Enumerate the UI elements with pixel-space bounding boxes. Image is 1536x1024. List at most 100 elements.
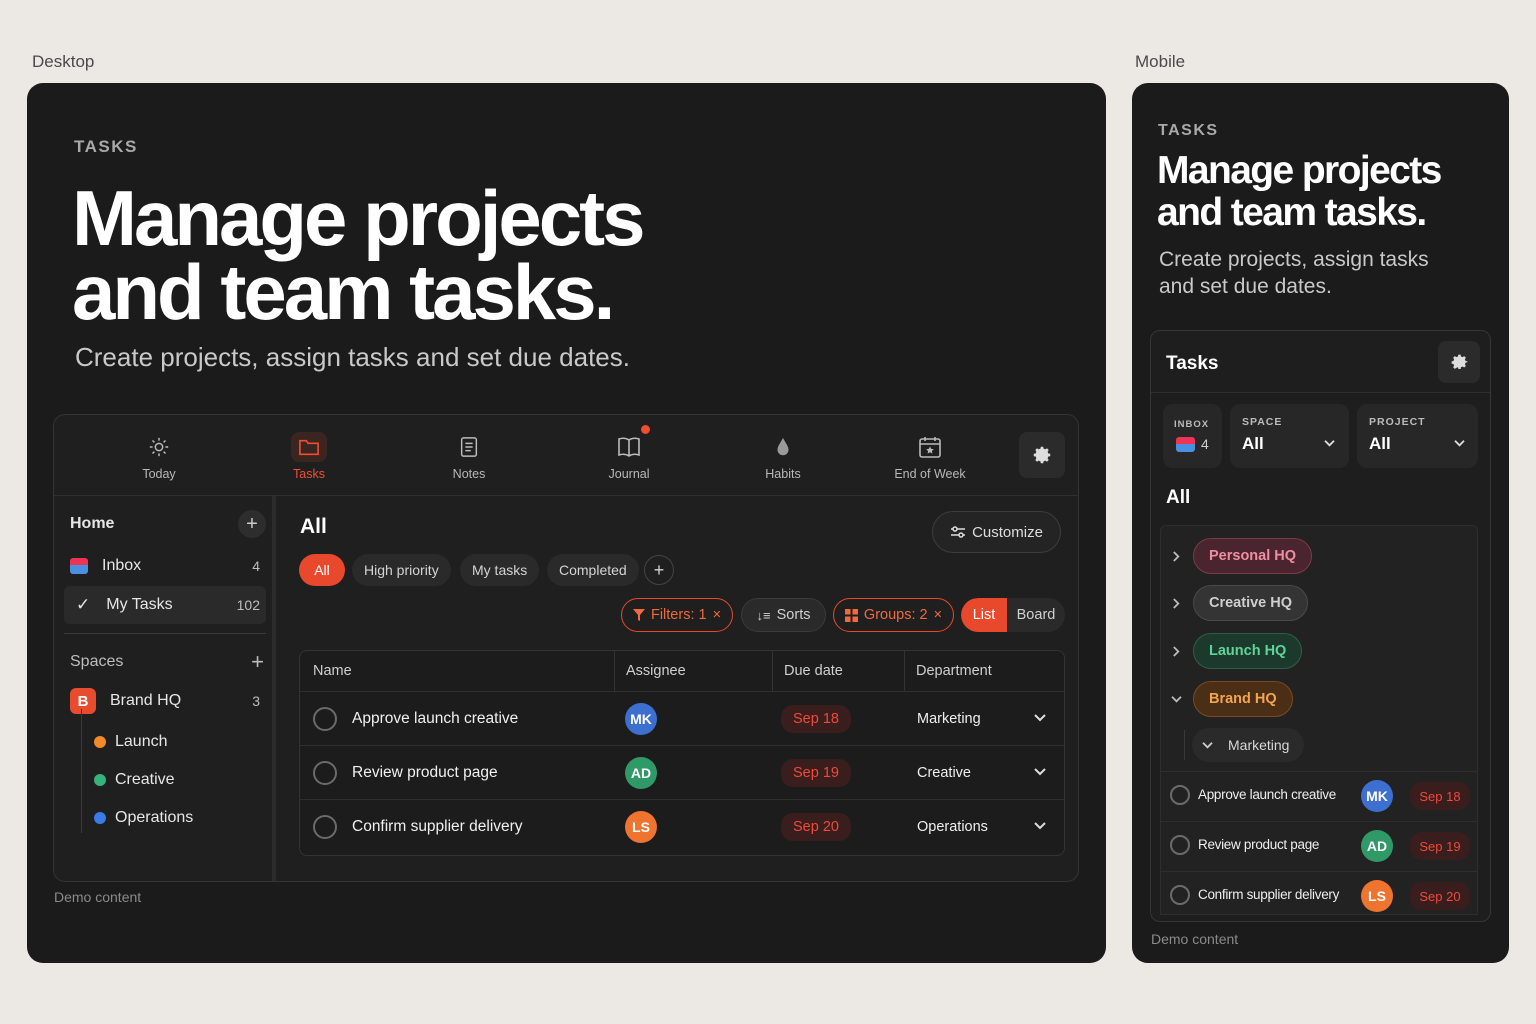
filters-button[interactable]: Filters: 1 × [621, 598, 733, 632]
customize-button[interactable]: Customize [932, 511, 1061, 553]
nav-habits-label: Habits [765, 467, 801, 481]
avatar: AD [625, 757, 657, 789]
avatar: AD [1361, 830, 1393, 862]
nav-journal[interactable]: Journal [569, 425, 689, 481]
task-name: Approve launch creative [1198, 787, 1336, 802]
book-icon [569, 425, 689, 461]
mobile-title-line2: and team tasks. [1157, 191, 1427, 235]
notes-icon [409, 433, 529, 461]
chevron-down-icon[interactable] [1033, 713, 1047, 723]
hero-subtitle: Create projects, assign tasks and set du… [75, 342, 630, 372]
mobile-space-filter[interactable]: SPACE All [1230, 404, 1349, 468]
nav-tasks[interactable]: Tasks [249, 432, 369, 481]
nav-today[interactable]: Today [99, 433, 219, 481]
chip-completed[interactable]: Completed [547, 554, 639, 586]
group-pill-personal-hq[interactable]: Personal HQ [1193, 538, 1313, 574]
column-due-date[interactable]: Due date [772, 651, 843, 691]
chevron-down-icon [1324, 440, 1335, 447]
clear-groups-icon[interactable]: × [934, 607, 942, 623]
subgroup-marketing[interactable]: Marketing [1192, 728, 1305, 762]
sidebar-project-launch[interactable]: Launch [94, 723, 264, 761]
mobile-task-row[interactable]: Review product page AD Sep 19 [1160, 821, 1478, 871]
column-assignee[interactable]: Assignee [614, 651, 686, 691]
add-home-button[interactable]: + [238, 510, 266, 538]
filters-label: Filters: 1 [650, 607, 707, 623]
sorts-button[interactable]: ↓≡ Sorts [741, 598, 826, 632]
sidebar-item-brand-hq[interactable]: B Brand HQ 3 [64, 682, 266, 720]
mobile-header: Tasks [1151, 331, 1490, 393]
table-row[interactable]: Confirm supplier delivery LS Sep 20 Oper… [300, 799, 1064, 853]
gear-icon [1451, 354, 1467, 369]
groups-button[interactable]: Groups: 2 × [833, 598, 954, 632]
add-space-button[interactable]: + [251, 649, 264, 675]
hero-title-line2: and team tasks. [72, 248, 615, 337]
table-row[interactable]: Review product page AD Sep 19 Creative [300, 745, 1064, 799]
top-navigation: Today Tasks Notes Journal Habits End of … [54, 415, 1078, 496]
task-checkbox[interactable] [313, 761, 337, 785]
clear-filters-icon[interactable]: × [713, 607, 721, 623]
column-name[interactable]: Name [313, 651, 352, 691]
task-checkbox[interactable] [1170, 835, 1190, 855]
chevron-down-icon[interactable] [1033, 821, 1047, 831]
group-pill-launch-hq[interactable]: Launch HQ [1193, 633, 1303, 669]
sidebar-item-inbox[interactable]: Inbox 4 [64, 547, 266, 585]
mobile-inbox-filter[interactable]: INBOX 4 [1163, 404, 1222, 468]
view-board-button[interactable]: Board [1007, 598, 1065, 632]
settings-button[interactable] [1019, 432, 1065, 478]
chevron-right-icon[interactable] [1172, 550, 1181, 563]
sidebar: Home + Inbox 4 ✓ My Tasks 102 Spaces + B… [54, 496, 276, 881]
mobile-settings-button[interactable] [1438, 341, 1480, 383]
chip-high-priority[interactable]: High priority [352, 554, 451, 586]
task-checkbox[interactable] [313, 707, 337, 731]
sidebar-item-my-tasks[interactable]: ✓ My Tasks 102 [64, 586, 266, 624]
my-tasks-count: 102 [236, 597, 260, 613]
task-checkbox[interactable] [1170, 885, 1190, 905]
sidebar-spaces-header: Spaces + [64, 643, 266, 681]
desktop-label: Desktop [32, 52, 95, 71]
task-checkbox[interactable] [313, 815, 337, 839]
avatar: MK [625, 703, 657, 735]
groups-label: Groups: 2 [863, 607, 928, 623]
avatar: LS [1361, 880, 1393, 912]
journal-badge-dot [641, 425, 650, 434]
chevron-down-icon[interactable] [1033, 767, 1047, 777]
space-count: 3 [252, 693, 260, 709]
chip-all[interactable]: All [299, 554, 345, 586]
chevron-right-icon[interactable] [1172, 597, 1181, 610]
sun-icon [99, 433, 219, 461]
sidebar-divider [64, 633, 266, 634]
avatar: MK [1361, 780, 1393, 812]
mobile-task-row[interactable]: Confirm supplier delivery LS Sep 20 [1160, 871, 1478, 921]
mobile-header-title: Tasks [1166, 353, 1219, 374]
task-checkbox[interactable] [1170, 785, 1190, 805]
mobile-label: Mobile [1135, 52, 1186, 71]
folder-icon [249, 432, 369, 462]
inbox-label: Inbox [102, 557, 142, 574]
sidebar-project-creative[interactable]: Creative [94, 761, 264, 799]
group-pill-creative-hq[interactable]: Creative HQ [1193, 585, 1309, 621]
nav-notes[interactable]: Notes [409, 433, 529, 481]
project-dot [94, 736, 106, 748]
chevron-right-icon[interactable] [1172, 645, 1181, 658]
add-chip-button[interactable]: + [644, 555, 674, 585]
inbox-icon [1176, 437, 1195, 452]
mobile-task-row[interactable]: Approve launch creative MK Sep 18 [1160, 771, 1478, 821]
due-date-badge: Sep 18 [1410, 782, 1470, 810]
mobile-project-filter[interactable]: PROJECT All [1357, 404, 1478, 468]
column-department[interactable]: Department [904, 651, 992, 691]
sidebar-project-operations[interactable]: Operations [94, 799, 264, 837]
hero-title-line1: Manage projects [72, 174, 646, 262]
group-pill-brand-hq[interactable]: Brand HQ [1193, 681, 1293, 717]
hero-kicker: TASKS [74, 137, 138, 156]
project-label: Launch [115, 733, 168, 750]
chip-my-tasks[interactable]: My tasks [460, 554, 540, 586]
table-row[interactable]: Approve launch creative MK Sep 18 Market… [300, 691, 1064, 745]
view-list-button[interactable]: List [961, 598, 1007, 632]
chevron-down-icon[interactable] [1170, 695, 1183, 704]
due-date-badge: Sep 19 [1410, 832, 1470, 860]
project-filter-key: PROJECT [1369, 416, 1426, 428]
sort-icon: ↓≡ [756, 607, 771, 623]
nav-habits[interactable]: Habits [723, 433, 843, 481]
nav-end-of-week[interactable]: End of Week [870, 433, 990, 481]
mobile-panel: TASKS Manage projects and team tasks. Cr… [1132, 83, 1509, 963]
